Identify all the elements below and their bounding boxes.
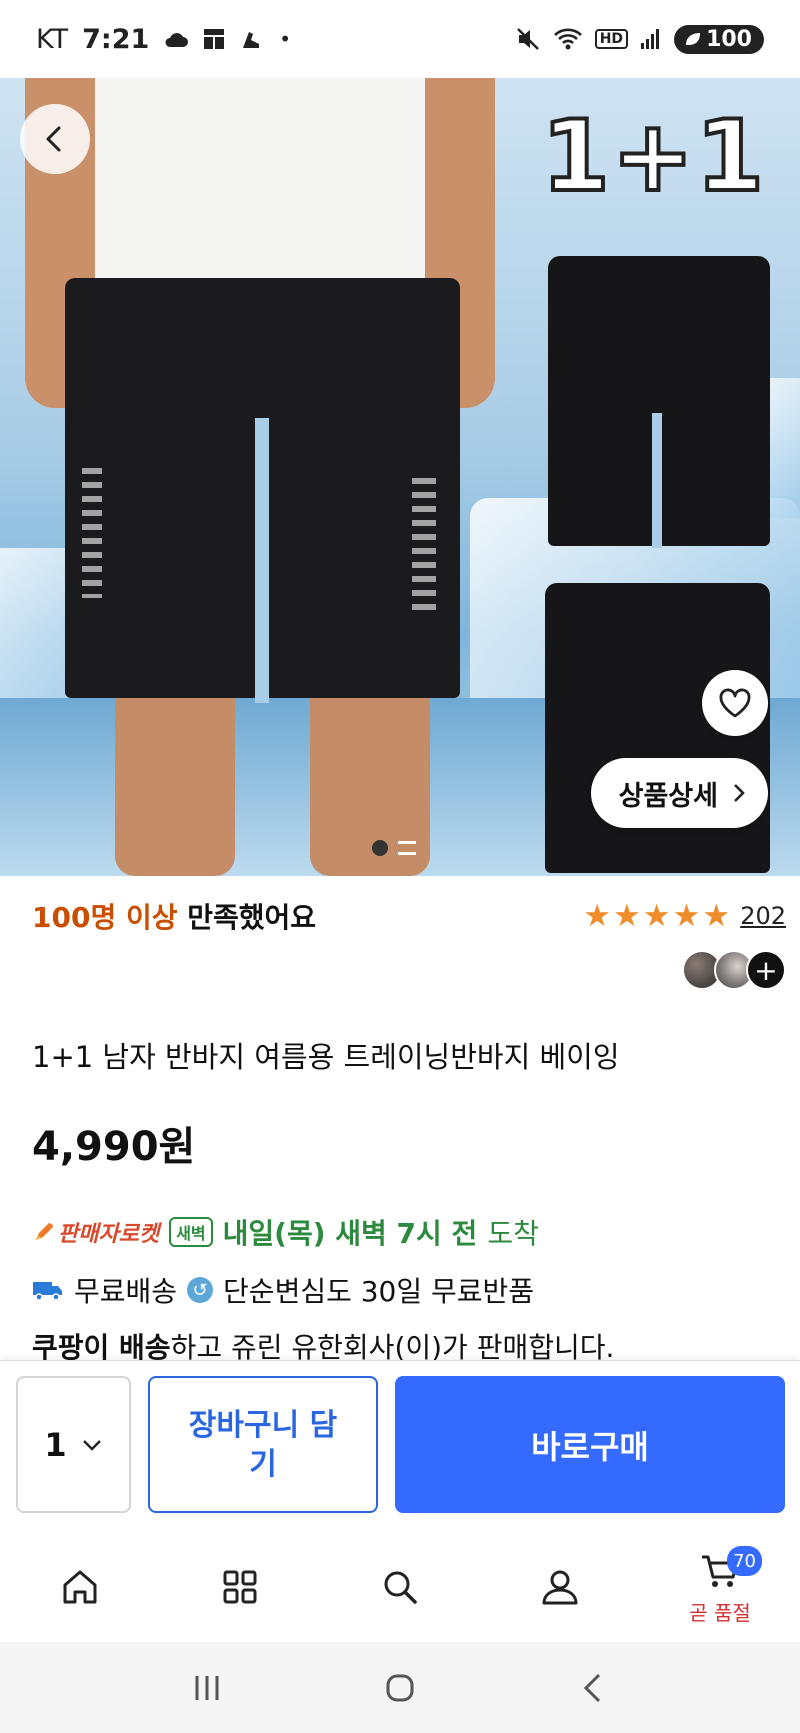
signal-icon [641,29,660,49]
grid-app-icon [204,29,225,49]
review-count-link[interactable]: 202 [740,902,786,930]
wishlist-button[interactable] [702,670,768,736]
seller-rocket-label: 판매자로켓 [58,1222,160,1247]
home-icon [63,1570,97,1604]
rating-row: 100명 이상 만족했어요 ★ ★ ★ ★ ★ 202 [32,896,786,936]
star-icon: ★ [613,898,641,934]
model-shorts-split [255,418,269,703]
reflective-stripe-right [412,478,436,618]
rating-stars[interactable]: ★ ★ ★ ★ ★ 202 [583,898,786,934]
bottom-tab-bar: 70 곧 품절 [0,1532,800,1642]
more-photos-icon[interactable]: + [746,950,786,990]
product-shot-front-split [652,413,662,548]
satisfaction-highlight: 100명 이상 [32,901,178,934]
wifi-icon [553,28,582,50]
reflective-stripe-left [82,468,102,598]
satisfaction-rest: 만족했어요 [187,901,317,934]
product-title: 1+1 남자 반바지 여름용 트레이닝반바지 베이잉 [32,1040,620,1074]
cart-soldout-soon-label: 곧 품절 [689,1600,751,1625]
star-icon: ★ [672,898,701,934]
leaf-icon [686,33,701,45]
chevron-down-icon [82,1439,101,1451]
return-policy-label: 단순변심도 30일 무료반품 [223,1275,535,1308]
product-price: 4,990원 [32,1124,196,1170]
back-nav-icon[interactable] [573,1668,613,1708]
home-nav-icon[interactable] [380,1668,420,1708]
quantity-value: 1 [44,1425,67,1464]
buy-now-button[interactable]: 바로구매 [395,1376,785,1513]
carousel-dot [372,840,388,856]
carrier-label: KT [36,23,69,55]
seller-info: 쿠팡이 배송하고 쥬린 유한회사(이)가 판매합니다. [32,1326,614,1360]
mute-icon [516,28,539,50]
star-icon: ★ [642,898,671,934]
add-to-cart-button[interactable]: 장바구니 담기 [148,1376,378,1513]
seller-delivery-bold: 쿠팡이 배송 [32,1331,171,1360]
battery-level: 100 [706,26,752,52]
promo-1plus1: 1+1 [540,98,766,216]
system-navigation-bar [0,1642,800,1733]
status-right: HD 100 [515,24,764,54]
profile-icon [542,1570,578,1605]
notification-dot-icon: • [279,27,292,51]
product-detail-label: 상품상세 [618,780,718,812]
product-detail-button[interactable]: 상품상세 [590,758,768,828]
seller-rocket-badge: 판매자로켓 [32,1216,159,1248]
dawn-delivery-badge: 새벽 [169,1217,213,1247]
shipping-info: 무료배송 ↺ 단순변심도 30일 무료반품 [32,1270,534,1310]
return-icon: ↺ [187,1277,214,1303]
product-hero-image[interactable]: 1+1 상품상세 [0,78,800,876]
review-photo-thumbnails[interactable]: + [682,950,786,990]
tab-profile[interactable] [480,1532,640,1642]
back-arrow-icon [46,126,61,152]
arrival-suffix: 도착 [487,1217,539,1250]
purchase-bar: 1 장바구니 담기 바로구매 [0,1360,800,1530]
clock: 7:21 [82,23,150,55]
hd-badge: HD [594,29,629,49]
carousel-indicator [372,840,416,856]
free-shipping-label: 무료배송 [74,1275,178,1308]
delivery-info: 판매자로켓 새벽 내일(목) 새벽 7시 전 도착 [32,1212,539,1252]
model-leg-left [115,698,235,876]
back-button[interactable] [20,104,90,174]
truck-icon [33,1282,62,1301]
carousel-more-icon [398,841,416,855]
cart-count-badge: 70 [727,1546,762,1576]
tab-cart[interactable]: 70 곧 품절 [640,1532,800,1642]
search-icon [384,1571,417,1604]
cloud-icon [165,33,189,47]
chevron-right-icon [734,784,745,802]
star-icon: ★ [702,898,731,934]
category-icon [223,1570,257,1604]
recent-apps-icon[interactable] [187,1668,227,1708]
tab-category[interactable] [160,1532,320,1642]
heart-icon [719,688,751,718]
status-bar: KT 7:21 • HD 100 [0,0,800,78]
shoe-icon [243,32,260,48]
status-left: KT 7:21 • [36,24,291,55]
rocket-icon [36,1223,53,1240]
arrival-time: 내일(목) 새벽 7시 전 [222,1217,478,1250]
star-icon: ★ [583,898,611,934]
seller-delivery-rest: 하고 쥬린 유한회사(이)가 판매합니다. [170,1331,615,1360]
tab-home[interactable] [0,1532,160,1642]
satisfaction-text: 100명 이상 만족했어요 [32,896,316,936]
battery-indicator: 100 [674,24,764,54]
model-shirt [90,78,430,308]
quantity-select[interactable]: 1 [16,1376,131,1513]
tab-search[interactable] [320,1532,480,1642]
